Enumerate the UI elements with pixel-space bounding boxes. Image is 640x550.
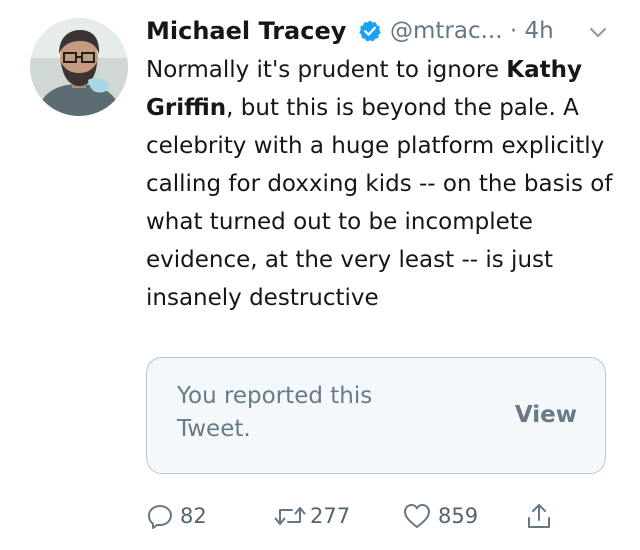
tweet-text-rest: , but this is beyond the pale. A celebri… — [146, 95, 613, 311]
reply-icon — [146, 502, 174, 530]
reply-button[interactable]: 82 — [146, 496, 207, 536]
heart-icon — [402, 502, 432, 530]
reported-tweet-notice: You reported this Tweet. View — [146, 357, 606, 474]
tweet-header: Michael Tracey @mtrac... · 4h — [146, 12, 616, 52]
retweet-count: 277 — [310, 504, 351, 528]
like-button[interactable]: 859 — [402, 496, 478, 536]
author-handle-time: @mtrac... · 4h — [390, 12, 554, 50]
verified-badge-icon — [358, 19, 382, 43]
reply-count: 82 — [180, 504, 207, 528]
tweet-time[interactable]: · 4h — [510, 18, 554, 44]
share-button[interactable] — [524, 496, 554, 536]
tweet-text-lead: Normally it's prudent to ignore — [146, 57, 507, 83]
author-handle[interactable]: @mtrac... — [390, 18, 503, 44]
view-button[interactable]: View — [515, 399, 577, 432]
tweet-text: Normally it's prudent to ignore Kathy Gr… — [146, 51, 616, 317]
author-avatar[interactable] — [30, 18, 128, 116]
share-icon — [524, 501, 554, 531]
retweet-icon — [272, 502, 308, 530]
chevron-down-icon[interactable] — [586, 22, 610, 42]
reported-message: You reported this Tweet. — [177, 383, 373, 442]
retweet-button[interactable]: 277 — [272, 496, 350, 536]
like-count: 859 — [438, 504, 479, 528]
author-name[interactable]: Michael Tracey — [146, 12, 346, 50]
tweet-actions: 82 277 859 — [146, 496, 616, 536]
